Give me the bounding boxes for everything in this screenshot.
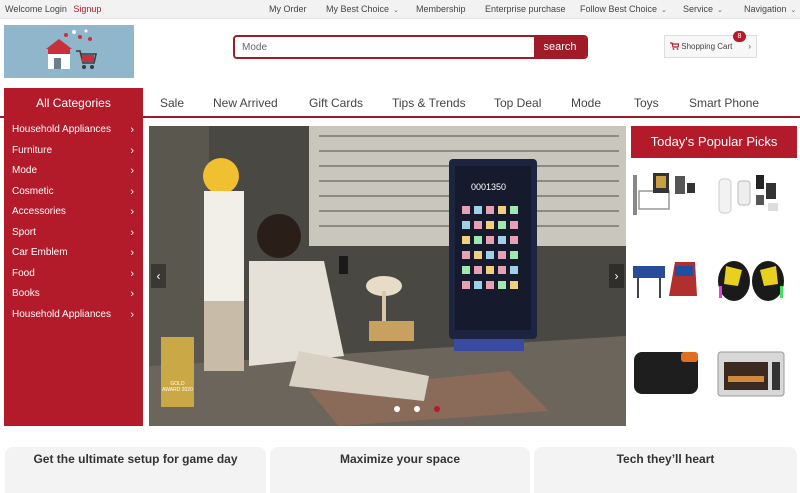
carousel-dot[interactable] xyxy=(394,406,400,412)
section-title: Maximize your space xyxy=(339,452,461,466)
tab-gift-cards[interactable]: Gift Cards xyxy=(309,88,363,118)
chevron-right-icon: › xyxy=(130,226,134,239)
screen-number: 0001350 xyxy=(471,182,506,192)
section-title: Tech they’ll heart xyxy=(616,452,715,466)
carousel-next-button[interactable]: › xyxy=(609,264,624,288)
search-bar: search xyxy=(233,35,588,59)
tab-top-deal[interactable]: Top Deal xyxy=(494,88,541,118)
chevron-right-icon: › xyxy=(130,124,134,136)
search-input[interactable] xyxy=(235,37,535,57)
chevron-right-icon: › xyxy=(130,165,134,177)
header: search Shopping Cart 8 › xyxy=(0,19,800,86)
product-thumbnail[interactable] xyxy=(631,256,701,306)
chevron-right-icon: › xyxy=(130,206,134,218)
category-item[interactable]: Accessories › xyxy=(4,202,143,223)
category-item[interactable]: Food › xyxy=(4,264,143,285)
category-item[interactable]: Sport › xyxy=(4,223,143,244)
gold-award-badge: GOLD AWARD 2020 xyxy=(161,337,194,407)
category-item[interactable]: Household Appliances › xyxy=(4,120,143,141)
membership-link[interactable]: Membership xyxy=(416,4,466,14)
section-card[interactable]: Maximize your space xyxy=(270,447,530,493)
popular-picks-panel: Today's Popular Picks xyxy=(631,126,797,426)
navigation-menu[interactable]: Navigation ⌄ xyxy=(744,4,796,14)
tab-smart-phone[interactable]: Smart Phone xyxy=(689,88,759,118)
my-order-link[interactable]: My Order xyxy=(269,4,307,14)
shopping-cart-button[interactable]: Shopping Cart 8 › xyxy=(664,31,757,58)
chevron-right-icon: › xyxy=(130,144,134,157)
section-card[interactable]: Get the ultimate setup for game day xyxy=(5,447,266,493)
chevron-down-icon: ⌄ xyxy=(661,7,667,14)
all-categories-button[interactable]: All Categories xyxy=(4,88,143,118)
category-item[interactable]: Car Emblem › xyxy=(4,243,143,264)
chevron-right-icon: › xyxy=(130,267,134,280)
hero-image: 0001350 xyxy=(149,126,626,426)
hero-carousel[interactable]: 0001350 GOLD AWARD 2020 ‹ › xyxy=(149,126,626,426)
product-thumbnail[interactable] xyxy=(631,171,701,221)
main-nav: All Categories Sale New Arrived Gift Car… xyxy=(0,88,800,118)
my-best-choice-menu[interactable]: My Best Choice ⌄ xyxy=(326,4,399,14)
product-thumbnail[interactable] xyxy=(716,171,786,221)
category-sidebar: Household Appliances › Furniture › Mode › C… xyxy=(4,118,143,426)
welcome-area: Welcome Login Signup xyxy=(5,4,101,14)
cart-label: Shopping Cart xyxy=(681,42,733,51)
search-button[interactable]: search xyxy=(534,37,586,57)
chevron-right-icon: › xyxy=(130,308,134,321)
carousel-dot-active[interactable] xyxy=(434,406,440,412)
top-bar: Welcome Login Signup My Order My Best Ch… xyxy=(0,0,800,19)
chevron-right-icon: › xyxy=(130,185,134,198)
follow-best-choice-menu[interactable]: Follow Best Choice ⌄ xyxy=(580,4,667,14)
chevron-right-icon: › xyxy=(748,42,751,51)
chevron-down-icon: ⌄ xyxy=(790,7,797,14)
store-logo[interactable] xyxy=(4,25,134,78)
popular-picks-title: Today's Popular Picks xyxy=(631,126,797,158)
cart-count-badge: 8 xyxy=(733,31,746,42)
tab-toys[interactable]: Toys xyxy=(634,88,659,118)
signup-link[interactable]: Signup xyxy=(73,4,101,14)
chevron-right-icon: › xyxy=(130,247,134,259)
category-item[interactable]: Cosmetic › xyxy=(4,182,143,203)
category-item[interactable]: Furniture › xyxy=(4,141,143,162)
product-thumbnail[interactable] xyxy=(716,256,786,306)
tab-new-arrived[interactable]: New Arrived xyxy=(213,88,278,118)
chevron-right-icon: › xyxy=(130,288,134,300)
tab-sale[interactable]: Sale xyxy=(160,88,184,118)
cart-icon xyxy=(670,42,680,50)
section-card[interactable]: Tech they’ll heart xyxy=(534,447,797,493)
chevron-left-icon: ‹ xyxy=(156,269,161,283)
product-thumbnail[interactable] xyxy=(716,348,786,398)
product-thumbnail[interactable] xyxy=(631,348,701,398)
chevron-down-icon: ⌄ xyxy=(717,7,723,14)
chevron-right-icon: › xyxy=(614,269,619,283)
enterprise-purchase-link[interactable]: Enterprise purchase xyxy=(485,4,566,14)
tab-tips-trends[interactable]: Tips & Trends xyxy=(392,88,466,118)
service-menu[interactable]: Service ⌄ xyxy=(683,4,723,14)
category-item[interactable]: Books › xyxy=(4,284,143,305)
category-item[interactable]: Household Appliances › xyxy=(4,305,143,326)
category-item[interactable]: Mode › xyxy=(4,161,143,182)
tab-mode[interactable]: Mode xyxy=(571,88,601,118)
section-title: Get the ultimate setup for game day xyxy=(33,452,238,466)
login-link[interactable]: Welcome Login xyxy=(5,4,67,14)
carousel-dot[interactable] xyxy=(414,406,420,412)
chevron-down-icon: ⌄ xyxy=(393,7,399,14)
carousel-prev-button[interactable]: ‹ xyxy=(151,264,166,288)
